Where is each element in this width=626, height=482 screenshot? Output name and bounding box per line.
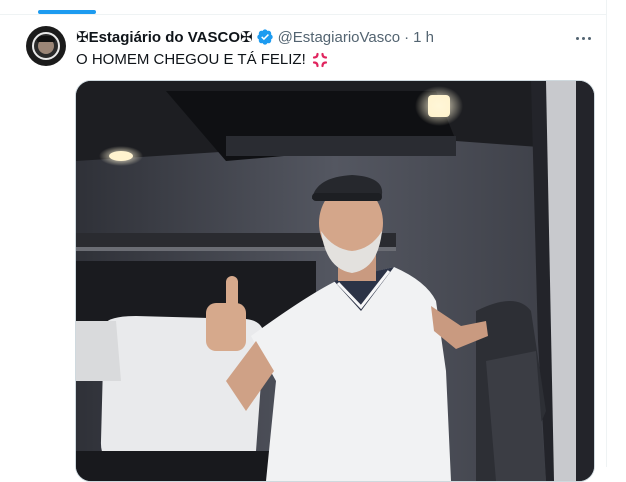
- timestamp[interactable]: 1 h: [413, 29, 434, 46]
- timeline-top-bar: [0, 0, 626, 14]
- tweet-header: ✠Estagiário do VASCO✠ @EstagiarioVasco ·…: [76, 27, 434, 47]
- more-options-icon[interactable]: [572, 28, 594, 48]
- anger-symbol-icon: [311, 51, 329, 69]
- avatar[interactable]: [26, 26, 66, 66]
- tweet-text-content: O HOMEM CHEGOU E TÁ FELIZ!: [76, 51, 306, 68]
- divider: [0, 14, 606, 15]
- verified-badge-icon[interactable]: [256, 28, 274, 46]
- tweet-photo[interactable]: [75, 80, 595, 482]
- separator-dot: ·: [404, 28, 410, 46]
- display-name[interactable]: ✠Estagiário do VASCO✠: [76, 28, 253, 46]
- column-divider: [606, 0, 607, 467]
- user-handle[interactable]: @EstagiarioVasco: [278, 29, 401, 46]
- tweet-text: O HOMEM CHEGOU E TÁ FELIZ!: [76, 50, 329, 70]
